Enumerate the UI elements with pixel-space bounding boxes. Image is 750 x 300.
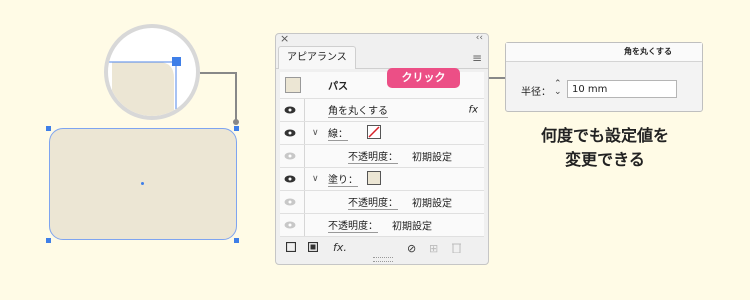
stroke-opacity-value: 初期設定	[412, 152, 452, 164]
path-thumbnail	[285, 77, 301, 93]
fill-opacity-value: 初期設定	[412, 198, 452, 210]
radius-input[interactable]	[567, 80, 677, 98]
eye-icon-disabled[interactable]	[284, 214, 296, 236]
eye-icon-disabled[interactable]	[284, 145, 296, 167]
click-badge: クリック	[387, 68, 460, 88]
add-stroke-icon[interactable]	[285, 241, 297, 255]
selection-handle-br[interactable]	[234, 238, 239, 243]
path-label: パス	[328, 81, 348, 93]
fx-icon[interactable]: fx	[469, 105, 478, 116]
eye-icon[interactable]	[284, 99, 296, 121]
dialog-title: 角を丸くする	[624, 47, 672, 56]
panel-menu-icon[interactable]: ≡	[472, 51, 482, 65]
round-corners-row[interactable]: 角を丸くする fx	[280, 99, 484, 122]
center-point	[141, 182, 144, 185]
eye-icon[interactable]	[284, 122, 296, 144]
fill-swatch[interactable]	[367, 171, 381, 185]
caption: 何度でも設定値を 変更できる	[510, 124, 700, 172]
panel-bottom-toolbar: fx. ⊘ ⊞	[276, 234, 488, 264]
round-corners-link[interactable]: 角を丸くする	[328, 102, 388, 118]
close-icon[interactable]: ×	[280, 34, 289, 45]
opacity-value: 初期設定	[392, 221, 432, 233]
collapse-icon[interactable]: ‹‹	[476, 34, 483, 43]
opacity-label[interactable]: 不透明度：	[328, 217, 378, 233]
eye-icon-disabled[interactable]	[284, 191, 296, 213]
stroke-opacity-row[interactable]: 不透明度： 初期設定	[280, 145, 484, 168]
stepper-icon[interactable]: ⌃ ⌄	[554, 80, 562, 97]
stroke-row[interactable]: ∨ 線：	[280, 122, 484, 145]
caption-line-2: 変更できる	[565, 150, 645, 169]
add-fill-icon[interactable]	[307, 241, 319, 255]
clear-appearance-icon[interactable]: ⊘	[407, 242, 416, 255]
tab-appearance[interactable]: アピアランス	[278, 46, 356, 69]
fill-row[interactable]: ∨ 塗り：	[280, 168, 484, 191]
selection-handle-bl[interactable]	[46, 238, 51, 243]
round-corners-dialog: 角を丸くする 半径： ⌃ ⌄	[505, 42, 703, 112]
caption-line-1: 何度でも設定値を	[540, 126, 669, 145]
corner-zoom-magnifier	[104, 24, 200, 120]
fill-opacity-row[interactable]: 不透明度： 初期設定	[280, 191, 484, 214]
stroke-label[interactable]: 線：	[328, 125, 348, 141]
eye-icon[interactable]	[284, 168, 296, 190]
radius-label: 半径：	[521, 87, 551, 98]
stroke-swatch[interactable]	[367, 125, 381, 139]
fill-label[interactable]: 塗り：	[328, 171, 358, 187]
chevron-down-icon[interactable]: ∨	[312, 128, 319, 138]
resize-grip[interactable]	[373, 257, 393, 262]
selection-handle-tl[interactable]	[46, 126, 51, 131]
add-effect-icon[interactable]: fx.	[333, 241, 347, 254]
chevron-down-icon[interactable]: ∨	[312, 174, 319, 184]
fill-opacity-label[interactable]: 不透明度：	[348, 194, 398, 210]
stroke-opacity-label[interactable]: 不透明度：	[348, 148, 398, 164]
delete-item-icon[interactable]	[452, 242, 461, 256]
selection-handle-tr[interactable]	[234, 126, 239, 131]
duplicate-item-icon[interactable]: ⊞	[429, 242, 438, 255]
